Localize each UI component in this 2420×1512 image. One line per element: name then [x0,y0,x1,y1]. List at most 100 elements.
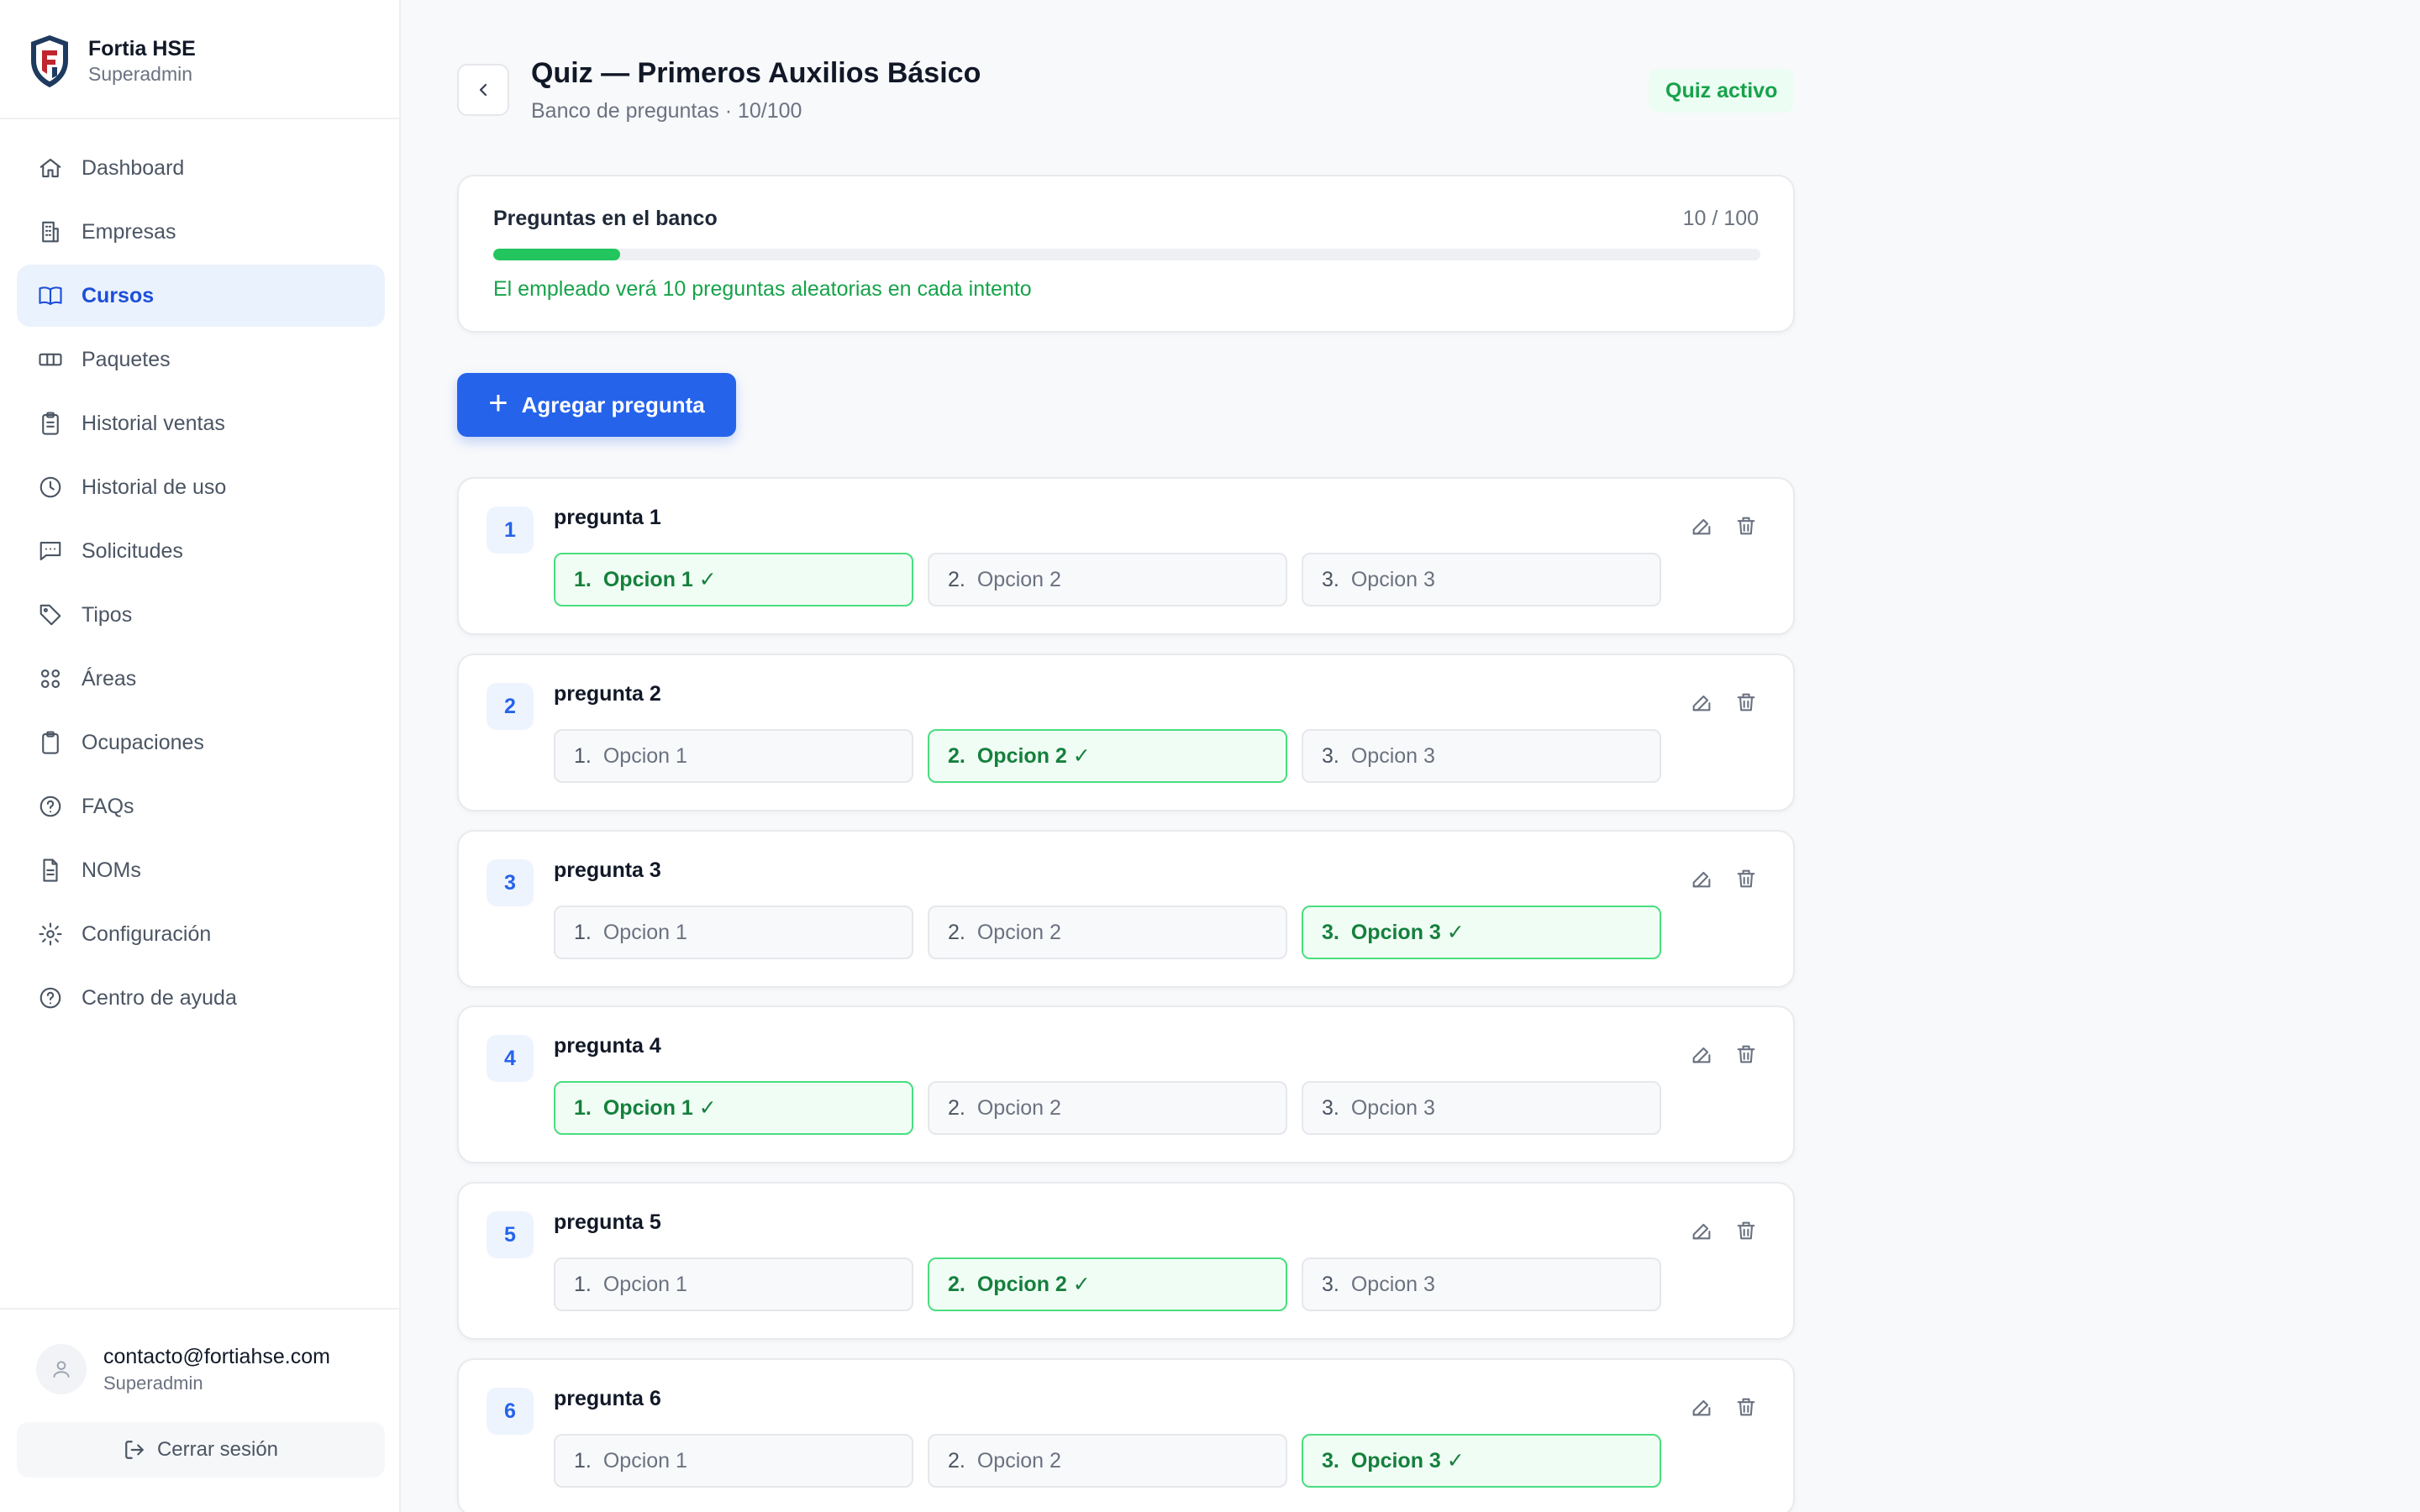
sidebar-item-5[interactable]: Historial de uso [17,456,385,518]
sidebar-item-label: Empresas [82,219,176,244]
option-index: 2. [948,920,965,944]
edit-icon[interactable] [1688,1041,1715,1068]
answer-options: 1. Opcion 1 2. Opcion 2 ✓ 3. Opcion 3 [554,729,1676,783]
option-index: 2. [948,1095,965,1120]
sidebar-item-1[interactable]: Empresas [17,201,385,263]
edit-icon[interactable] [1688,1394,1715,1420]
sidebar-item-0[interactable]: Dashboard [17,137,385,199]
answer-option-correct: 3. Opcion 3 ✓ [1302,906,1661,959]
user-profile: contacto@fortiahse.com Superadmin [36,1342,330,1396]
answer-options: 1. Opcion 1 2. Opcion 2 ✓ 3. Opcion 3 [554,1257,1676,1311]
question-text: pregunta 3 [554,858,661,882]
question-card: 1 pregunta 1 1. Opcion 1 ✓ 2. Opcion 2 3. Opcio… [457,477,1795,635]
option-index: 3. [1322,1448,1339,1473]
question-card: 3 pregunta 3 1. Opcion 1 2. Opcion 2 3. Opcion … [457,830,1795,988]
check-icon: ✓ [1446,1449,1465,1473]
sidebar-item-2[interactable]: Cursos [17,265,385,327]
option-index: 2. [948,1272,965,1296]
sidebar-item-label: Tipos [82,602,133,627]
sidebar-item-3[interactable]: Paquetes [17,328,385,391]
option-label: Opcion 2 [976,1448,1061,1473]
option-label: Opcion 2 [976,920,1061,944]
sidebar-item-8[interactable]: Áreas [17,648,385,710]
sidebar-item-label: Solicitudes [82,538,183,563]
sidebar-item-6[interactable]: Solicitudes [17,520,385,582]
edit-icon[interactable] [1688,1217,1715,1244]
question-number: 3 [487,859,534,906]
trash-icon[interactable] [1733,689,1760,716]
logout-button[interactable]: Cerrar sesión [17,1422,385,1478]
sidebar-item-12[interactable]: Configuración [17,903,385,965]
sidebar-item-label: NOMs [82,858,141,882]
answer-option: 1. Opcion 1 [554,906,913,959]
answer-option: 3. Opcion 3 [1302,1081,1661,1135]
trash-icon[interactable] [1733,512,1760,539]
gear-icon [38,921,63,947]
answer-options: 1. Opcion 1 ✓ 2. Opcion 2 3. Opcion 3 [554,553,1676,606]
question-card: 6 pregunta 6 1. Opcion 1 2. Opcion 2 3. Opcion … [457,1358,1795,1512]
answer-option: 2. Opcion 2 [928,553,1287,606]
sidebar-item-7[interactable]: Tipos [17,584,385,646]
brand[interactable]: Fortia HSE Superadmin [28,34,196,89]
back-button[interactable] [457,64,509,116]
sidebar-item-9[interactable]: Ocupaciones [17,711,385,774]
option-index: 1. [574,743,592,768]
user-icon [53,1361,70,1378]
check-icon: ✓ [698,568,717,591]
question-text: pregunta 1 [554,506,661,529]
option-index: 3. [1322,567,1339,591]
edit-icon[interactable] [1688,512,1715,539]
sidebar-item-13[interactable]: Centro de ayuda [17,967,385,1029]
plus-icon: + [488,385,508,422]
brand-role: Superadmin [88,63,193,85]
edit-icon[interactable] [1688,865,1715,892]
sidebar-item-4[interactable]: Historial ventas [17,392,385,454]
trash-icon[interactable] [1733,865,1760,892]
bank-progress-bar [493,249,1760,260]
edit-icon[interactable] [1688,689,1715,716]
option-label: Opcion 3 [1350,920,1441,944]
question-card: 2 pregunta 2 1. Opcion 1 2. Opcion 2 ✓ 3. Opcio… [457,654,1795,811]
sidebar-item-label: Cursos [82,283,155,307]
option-label: Opcion 3 [1350,1448,1441,1473]
home-icon [38,155,63,181]
ticket-icon [38,347,63,372]
sidebar-item-label: Historial de uso [82,475,227,499]
answer-option-correct: 3. Opcion 3 ✓ [1302,1434,1661,1488]
chevron-left-icon [479,83,487,97]
user-email: contacto@fortiahse.com [103,1345,330,1368]
bank-count: 10 / 100 [1682,207,1759,230]
trash-icon[interactable] [1733,1217,1760,1244]
sidebar-item-10[interactable]: FAQs [17,775,385,837]
add-question-label: Agregar pregunta [521,391,705,417]
sidebar-item-11[interactable]: NOMs [17,839,385,901]
add-question-button[interactable]: + Agregar pregunta [457,373,736,437]
sidebar-item-label: FAQs [82,794,134,818]
answer-option-correct: 1. Opcion 1 ✓ [554,553,913,606]
check-icon: ✓ [698,1096,717,1120]
bank-progress-fill [493,249,620,260]
option-label: Opcion 3 [1350,1095,1435,1120]
question-number: 6 [487,1388,534,1435]
page-subtitle: Banco de preguntas · 10/100 [531,99,802,123]
answer-option-correct: 2. Opcion 2 ✓ [928,729,1287,783]
answer-option: 2. Opcion 2 [928,906,1287,959]
help-icon [38,985,63,1011]
answer-option: 3. Opcion 3 [1302,1257,1661,1311]
trash-icon[interactable] [1733,1394,1760,1420]
answer-option: 3. Opcion 3 [1302,553,1661,606]
status-badge: Quiz activo [1649,69,1795,113]
clock-icon [38,475,63,500]
tag-icon [38,602,63,627]
option-index: 3. [1322,1095,1339,1120]
sidebar-item-label: Configuración [82,921,212,946]
option-label: Opcion 1 [602,567,693,591]
trash-icon[interactable] [1733,1041,1760,1068]
question-number: 5 [487,1211,534,1258]
clipboard-icon [38,411,63,436]
option-index: 1. [574,1272,592,1296]
brand-name: Fortia HSE [88,37,196,60]
sidebar: Fortia HSE Superadmin Dashboard Empresas C… [0,0,401,1512]
option-index: 3. [1322,920,1339,944]
question-number: 2 [487,683,534,730]
